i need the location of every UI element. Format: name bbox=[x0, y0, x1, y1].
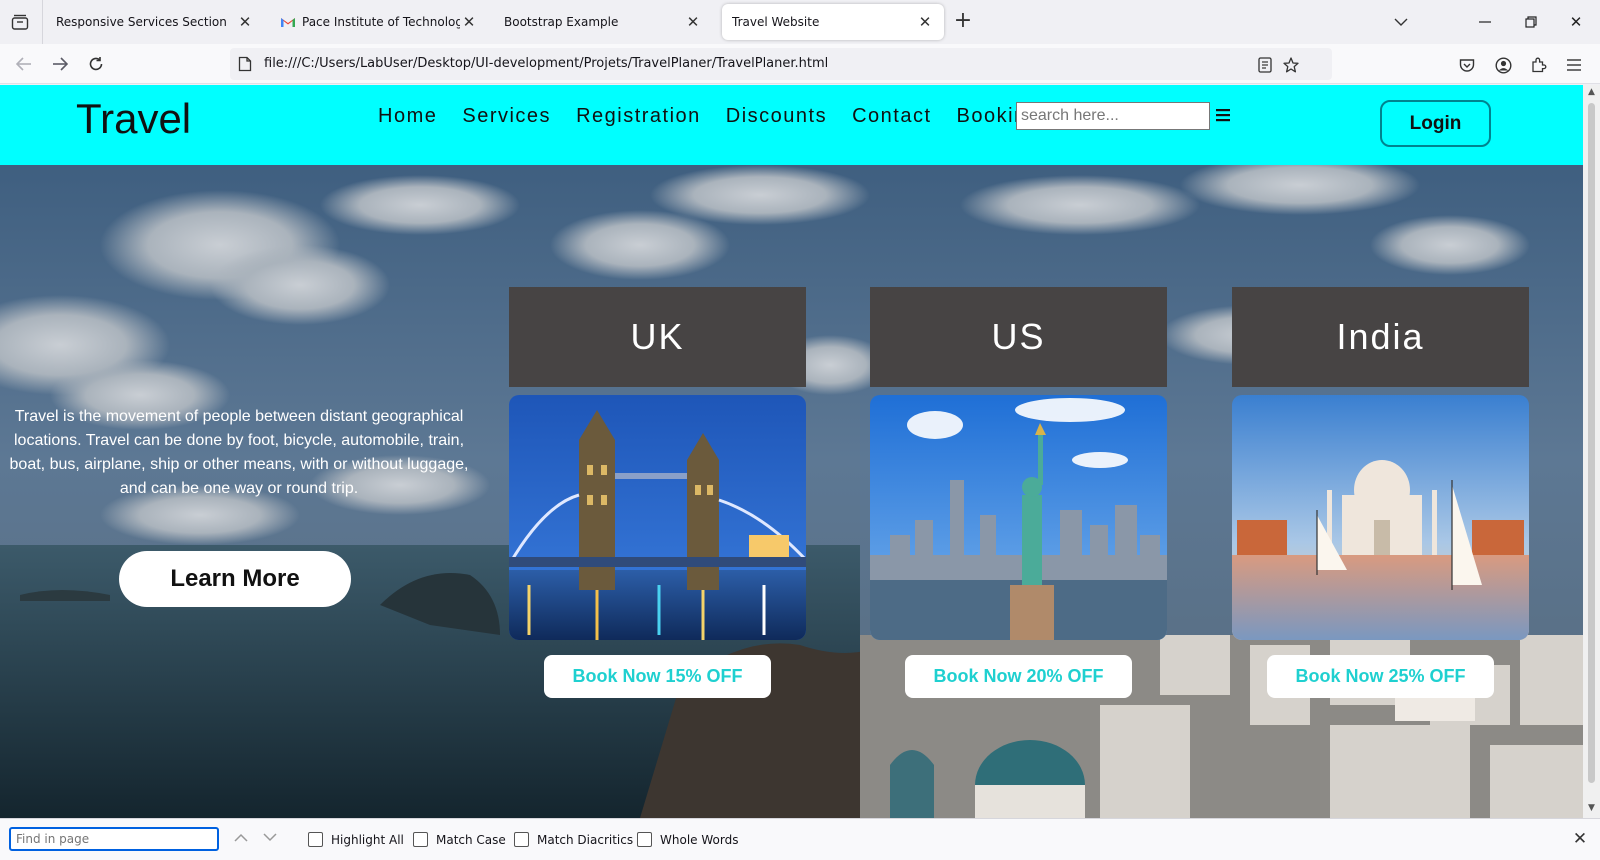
find-bar: Highlight All Match Case Match Diacritic… bbox=[0, 818, 1600, 860]
browser-tab-bar: Responsive Services Section ✕ Pace Insti… bbox=[0, 0, 1600, 44]
destination-card-us: US Book Now 20% OFF bbox=[870, 287, 1167, 698]
close-find-bar-icon[interactable]: ✕ bbox=[1570, 829, 1590, 849]
gmail-icon bbox=[281, 18, 295, 27]
reload-icon[interactable] bbox=[82, 50, 110, 78]
browser-toolbar: file:///C:/Users/LabUser/Desktop/UI-deve… bbox=[0, 44, 1600, 84]
tab-bootstrap-example[interactable]: Bootstrap Example ✕ bbox=[494, 4, 712, 40]
menu-home[interactable]: Home bbox=[378, 105, 437, 128]
tab-travel-website[interactable]: Travel Website ✕ bbox=[722, 4, 944, 40]
book-now-uk-button[interactable]: Book Now 15% OFF bbox=[544, 655, 771, 698]
find-next-icon[interactable] bbox=[261, 831, 279, 849]
site-header: Travel Home Services Registration Discou… bbox=[0, 85, 1583, 165]
highlight-all-checkbox[interactable]: Highlight All bbox=[308, 832, 404, 847]
match-diacritics-checkbox[interactable]: Match Diacritics bbox=[514, 832, 633, 847]
restore-icon[interactable] bbox=[1518, 10, 1544, 34]
tab-close-icon[interactable]: ✕ bbox=[236, 13, 254, 31]
checkbox-box[interactable] bbox=[514, 832, 529, 847]
book-now-india-button[interactable]: Book Now 25% OFF bbox=[1267, 655, 1494, 698]
tab-list-icon[interactable] bbox=[4, 8, 36, 36]
new-tab-icon[interactable]: + bbox=[952, 10, 974, 34]
checkbox-label: Match Diacritics bbox=[537, 832, 634, 847]
checkbox-box[interactable] bbox=[413, 832, 428, 847]
tab-close-icon[interactable]: ✕ bbox=[916, 13, 934, 31]
scrollbar-thumb[interactable] bbox=[1588, 103, 1595, 783]
checkbox-label: Whole Words bbox=[660, 832, 739, 847]
book-now-us-button[interactable]: Book Now 20% OFF bbox=[905, 655, 1132, 698]
match-case-checkbox[interactable]: Match Case bbox=[413, 832, 506, 847]
menu-services[interactable]: Services bbox=[462, 105, 551, 128]
app-menu-icon[interactable] bbox=[1563, 54, 1585, 76]
site-search-input[interactable] bbox=[1016, 102, 1210, 130]
url-bar[interactable]: file:///C:/Users/LabUser/Desktop/UI-deve… bbox=[230, 48, 1332, 80]
account-icon[interactable] bbox=[1492, 54, 1514, 76]
back-icon[interactable] bbox=[10, 50, 38, 78]
close-window-icon[interactable]: ✕ bbox=[1563, 10, 1589, 34]
taj-mahal-image bbox=[1232, 395, 1529, 640]
page-scrollbar[interactable]: ▲ ▼ bbox=[1583, 85, 1600, 818]
reader-view-icon[interactable] bbox=[1254, 54, 1276, 76]
learn-more-button[interactable]: Learn More bbox=[119, 551, 351, 607]
destination-card-uk: UK Book Now 15% OFF bbox=[509, 287, 806, 698]
checkbox-box[interactable] bbox=[637, 832, 652, 847]
scroll-up-icon[interactable]: ▲ bbox=[1586, 87, 1597, 98]
url-text[interactable]: file:///C:/Users/LabUser/Desktop/UI-deve… bbox=[264, 56, 828, 71]
menu-discounts[interactable]: Discounts bbox=[726, 105, 827, 128]
login-button[interactable]: Login bbox=[1380, 100, 1491, 147]
menu-registration[interactable]: Registration bbox=[576, 105, 701, 128]
scroll-down-icon[interactable]: ▼ bbox=[1586, 803, 1597, 814]
main-menu: Home Services Registration Discounts Con… bbox=[378, 105, 1064, 128]
checkbox-label: Match Case bbox=[436, 832, 506, 847]
checkbox-label: Highlight All bbox=[331, 832, 404, 847]
tab-title: Pace Institute of Technology An bbox=[302, 15, 460, 29]
hamburger-menu-icon[interactable] bbox=[1215, 107, 1231, 123]
tab-title: Travel Website bbox=[732, 15, 820, 29]
page-icon bbox=[238, 56, 252, 72]
bookmark-star-icon[interactable] bbox=[1280, 54, 1302, 76]
destination-card-india: India Book Now 25% OFF bbox=[1232, 287, 1529, 698]
find-input[interactable] bbox=[9, 827, 219, 851]
card-title: India bbox=[1232, 287, 1529, 387]
extensions-icon[interactable] bbox=[1528, 54, 1550, 76]
find-previous-icon[interactable] bbox=[232, 831, 250, 849]
card-title: US bbox=[870, 287, 1167, 387]
pocket-icon[interactable] bbox=[1456, 54, 1478, 76]
checkbox-box[interactable] bbox=[308, 832, 323, 847]
tab-close-icon[interactable]: ✕ bbox=[460, 13, 478, 31]
hero-description: Travel is the movement of people between… bbox=[9, 408, 469, 497]
page-viewport: Travel Home Services Registration Discou… bbox=[0, 85, 1583, 818]
card-title: UK bbox=[509, 287, 806, 387]
statue-of-liberty-image bbox=[870, 395, 1167, 640]
site-logo[interactable]: Travel bbox=[76, 95, 191, 143]
tab-pace-institute[interactable]: Pace Institute of Technology An ✕ bbox=[270, 4, 488, 40]
tab-title: Responsive Services Section bbox=[56, 15, 227, 29]
tab-title: Bootstrap Example bbox=[504, 15, 619, 29]
london-tower-bridge-image bbox=[509, 395, 806, 640]
menu-contact[interactable]: Contact bbox=[852, 105, 931, 128]
tab-close-icon[interactable]: ✕ bbox=[684, 13, 702, 31]
hero-section: Travel is the movement of people between… bbox=[0, 165, 1583, 818]
forward-icon[interactable] bbox=[46, 50, 74, 78]
tab-responsive-services[interactable]: Responsive Services Section ✕ bbox=[46, 4, 264, 40]
list-all-tabs-icon[interactable] bbox=[1388, 10, 1414, 34]
minimize-icon[interactable] bbox=[1472, 10, 1498, 34]
whole-words-checkbox[interactable]: Whole Words bbox=[637, 832, 738, 847]
tab-separator bbox=[42, 0, 43, 44]
